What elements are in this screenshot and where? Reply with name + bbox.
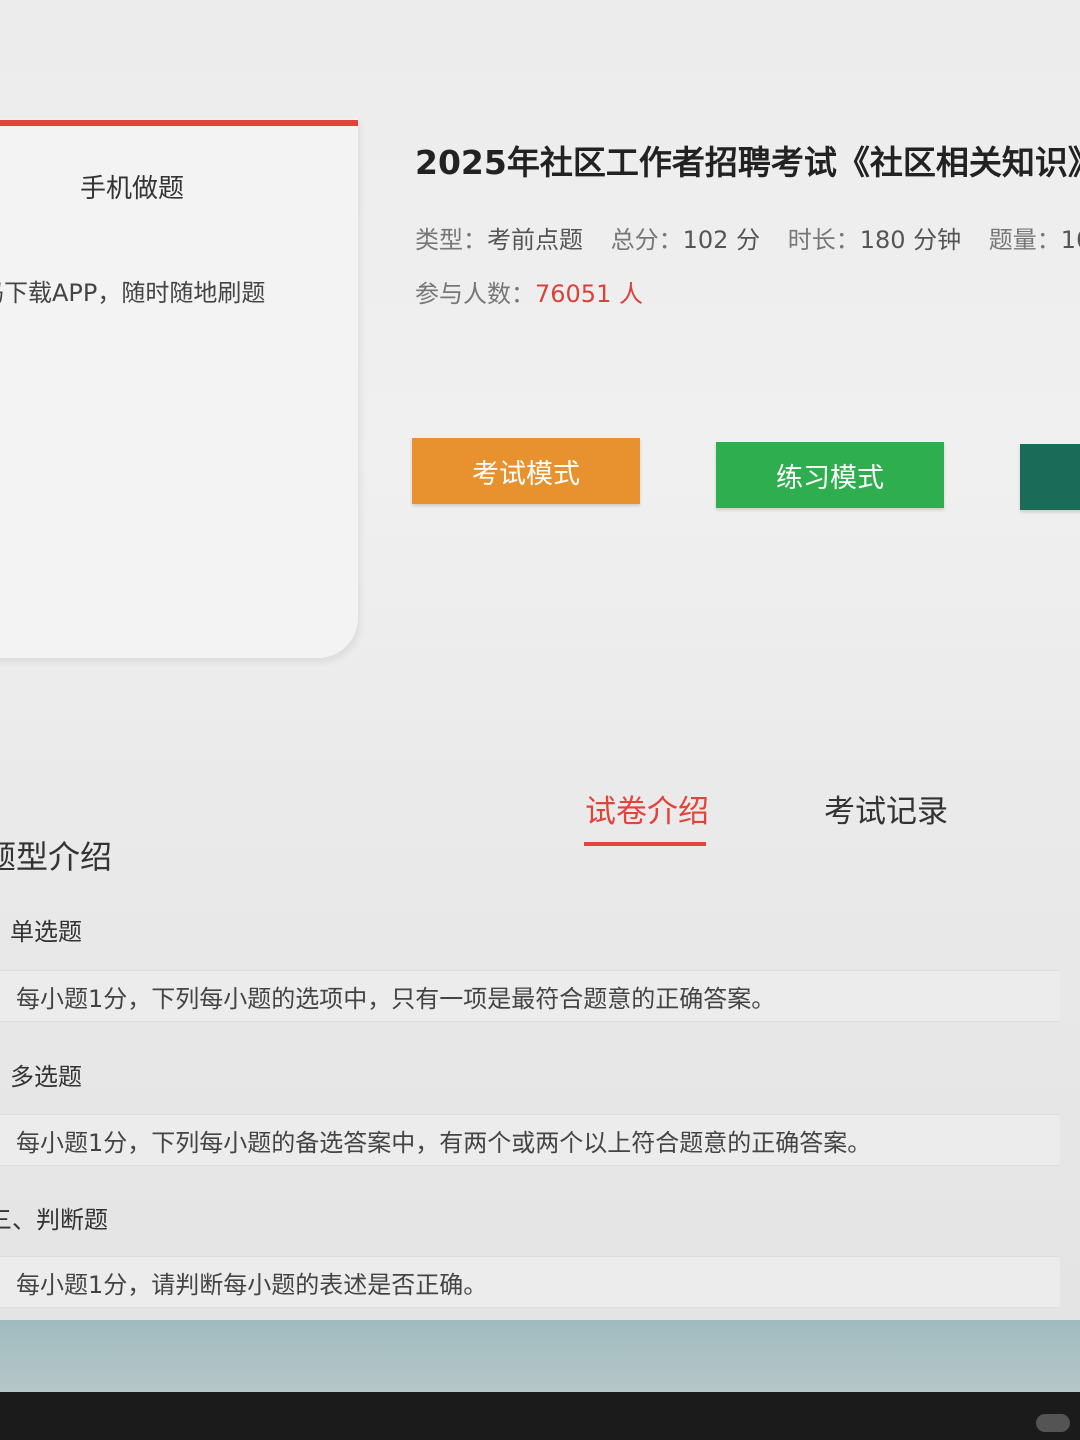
true-false-desc: 每小题1分，请判断每小题的表述是否正确。 xyxy=(0,1256,1060,1308)
exam-meta: 类型：考前点题 总分：102 分 时长：180 分钟 题量：102 xyxy=(415,220,1080,255)
participants-meta: 参与人数：76051 人 xyxy=(415,274,643,309)
card-hint: 码下载APP，随时随地刷题 xyxy=(0,279,266,307)
multi-choice-heading: 、多选题 xyxy=(0,1063,82,1091)
multi-choice-desc: 每小题1分，下列每小题的备选答案中，有两个或两个以上符合题意的正确答案。 xyxy=(0,1114,1060,1166)
monitor-bezel xyxy=(0,1392,1080,1440)
active-tab-indicator xyxy=(584,842,706,846)
card-title: 手机做题 xyxy=(80,174,185,204)
mobile-practice-card: 手机做题 码下载APP，随时随地刷题 xyxy=(0,118,358,658)
taskbar-strip xyxy=(0,1320,1080,1392)
participants-label: 参与人数： xyxy=(415,280,535,308)
single-choice-desc-text: 每小题1分，下列每小题的选项中，只有一项是最符合题意的正确答案。 xyxy=(16,985,776,1013)
true-false-heading: 三、判断题 xyxy=(0,1206,108,1234)
third-mode-button[interactable] xyxy=(1020,444,1080,510)
single-choice-heading: 、单选题 xyxy=(0,918,82,946)
tab-exam-record[interactable]: 考试记录 xyxy=(824,786,948,831)
true-false-desc-text: 每小题1分，请判断每小题的表述是否正确。 xyxy=(16,1271,488,1299)
multi-choice-desc-text: 每小题1分，下列每小题的备选答案中，有两个或两个以上符合题意的正确答案。 xyxy=(16,1129,872,1157)
type-label: 类型： xyxy=(415,226,487,254)
count-meta: 题量：102 xyxy=(989,226,1080,254)
browser-screen: 手机做题 码下载APP，随时随地刷题 2025年社区工作者招聘考试《社区相关知识… xyxy=(0,0,1080,1320)
practice-mode-button[interactable]: 练习模式 xyxy=(716,442,944,508)
count-value: 102 xyxy=(1060,226,1080,254)
duration-meta: 时长：180 分钟 xyxy=(788,226,961,254)
score-meta: 总分：102 分 xyxy=(611,226,760,254)
exam-title: 2025年社区工作者招聘考试《社区相关知识》考前 xyxy=(415,143,1080,182)
single-choice-desc: 每小题1分，下列每小题的选项中，只有一项是最符合题意的正确答案。 xyxy=(0,970,1060,1022)
card-top-border xyxy=(0,120,358,126)
participants-count: 76051 人 xyxy=(535,280,643,308)
tab-paper-intro[interactable]: 试卷介绍 xyxy=(585,786,709,831)
count-label: 题量： xyxy=(988,226,1061,254)
type-meta: 类型：考前点题 xyxy=(415,226,583,254)
question-types-title: 题型介绍 xyxy=(0,838,113,876)
duration-value: 180 分钟 xyxy=(859,226,962,254)
watermark-logo xyxy=(1036,1414,1070,1432)
duration-label: 时长： xyxy=(787,226,860,254)
type-value: 考前点题 xyxy=(487,226,583,254)
score-value: 102 分 xyxy=(682,226,761,254)
score-label: 总分： xyxy=(610,226,683,254)
exam-mode-button[interactable]: 考试模式 xyxy=(412,438,640,504)
